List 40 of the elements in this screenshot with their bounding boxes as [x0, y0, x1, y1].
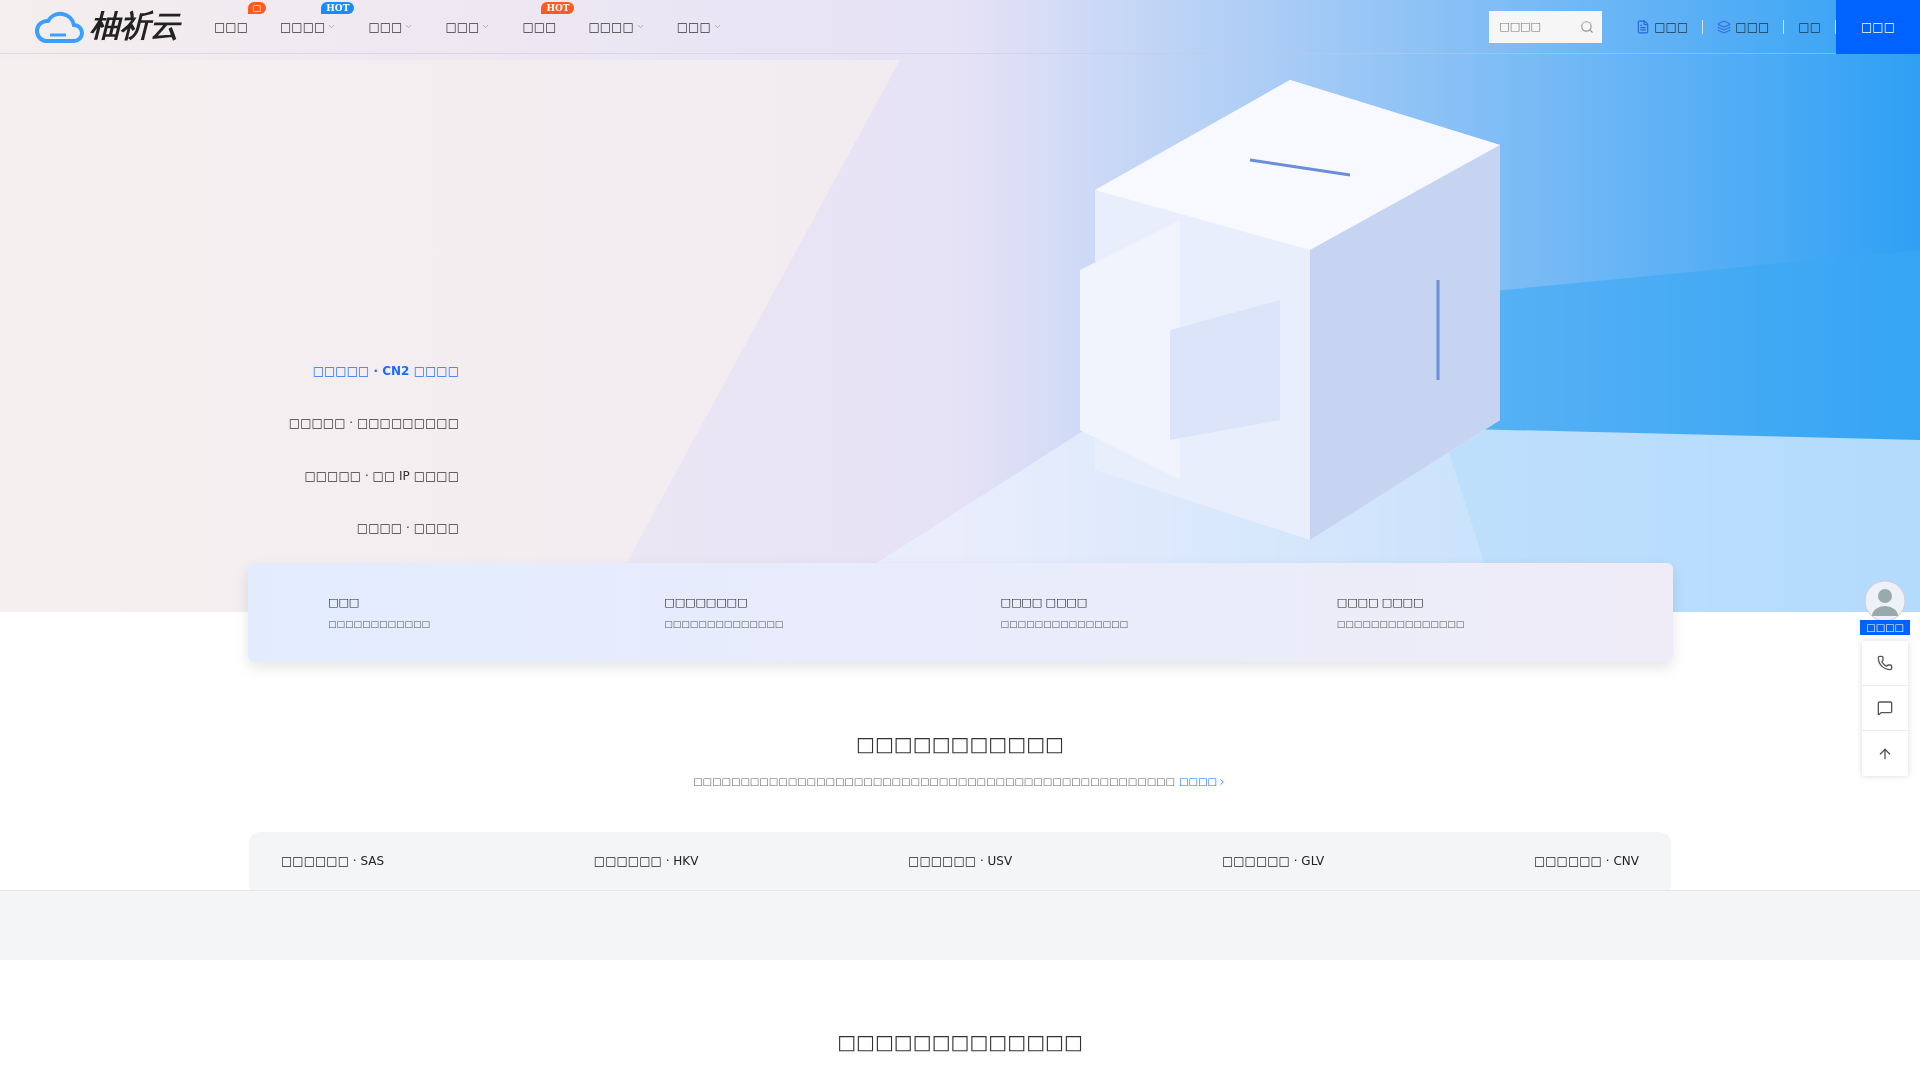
hero-menu-item[interactable]: □□□□□ · □□ IP □□□□	[304, 468, 459, 483]
avatar-icon	[1864, 580, 1907, 622]
nav-item[interactable]: □□□□	[574, 0, 659, 54]
hero-menu-item[interactable]: □□□□□ · CN2 □□□□	[312, 364, 459, 378]
feature-title: □□□□ □□□□	[1000, 596, 1089, 609]
feature-description: □□□□□□□□□□□□□□	[664, 619, 785, 629]
feature-title: □□□□ □□□□	[1336, 596, 1425, 609]
document-icon	[1636, 19, 1651, 34]
feature-description: □□□□□□□□□□□□	[328, 619, 432, 629]
product-tab[interactable]: □□□□□□ · CNV	[1533, 854, 1639, 868]
more-link[interactable]: □□□□	[1179, 776, 1227, 787]
feature-description: □□□□□□□□□□□□□□□	[1000, 619, 1130, 629]
layers-icon	[1717, 19, 1732, 34]
phone-icon	[1877, 655, 1894, 671]
chat-button[interactable]	[1862, 686, 1909, 731]
product-tab[interactable]: □□□□□□ · HKV	[593, 854, 699, 868]
feature-title: □□□	[328, 596, 361, 609]
hero-menu-item[interactable]: □□□□□ · □□□□□□□□□	[288, 416, 459, 431]
product-tab[interactable]: □□□□□□ · GLV	[1221, 854, 1325, 868]
section-title: □□□□□□□□□□□□□	[836, 1030, 1084, 1054]
search-icon	[1580, 19, 1595, 34]
product-tab[interactable]: □□□□□□ · SAS	[281, 854, 385, 868]
logo-text: 柚祈云	[90, 7, 180, 45]
chat-icon	[1877, 700, 1894, 716]
section-subtitle: □□□□□□□□□□□□□□□□□□□□□□□□□□□□□□□□□□□□□□□□□□□□□□□□□□□	[693, 776, 1176, 787]
service-label[interactable]: □□□□	[1860, 620, 1910, 635]
feature-description: □□□□□□□□□□□□□□□	[1336, 619, 1466, 629]
section-title: □□□□□□□□□□□	[856, 732, 1064, 756]
phone-button[interactable]	[1862, 641, 1909, 686]
header-link[interactable]: □□□	[1622, 19, 1704, 34]
logo[interactable]: 柚祈云	[34, 6, 180, 47]
header-link[interactable]: □□□	[1703, 19, 1785, 34]
console-button[interactable]: □□□	[1836, 0, 1920, 54]
nav-item[interactable]: □□□	[662, 0, 736, 54]
search-field[interactable]: □□□□	[1489, 10, 1603, 43]
hero-menu-item[interactable]: □□□□ · □□□□	[356, 521, 459, 535]
nav-item[interactable]: □□□	[431, 0, 505, 54]
nav-item[interactable]: □□□	[354, 0, 428, 54]
feature-title: □□□□□□□□	[664, 596, 749, 609]
product-tab[interactable]: □□□□□□ · USV	[908, 854, 1013, 868]
